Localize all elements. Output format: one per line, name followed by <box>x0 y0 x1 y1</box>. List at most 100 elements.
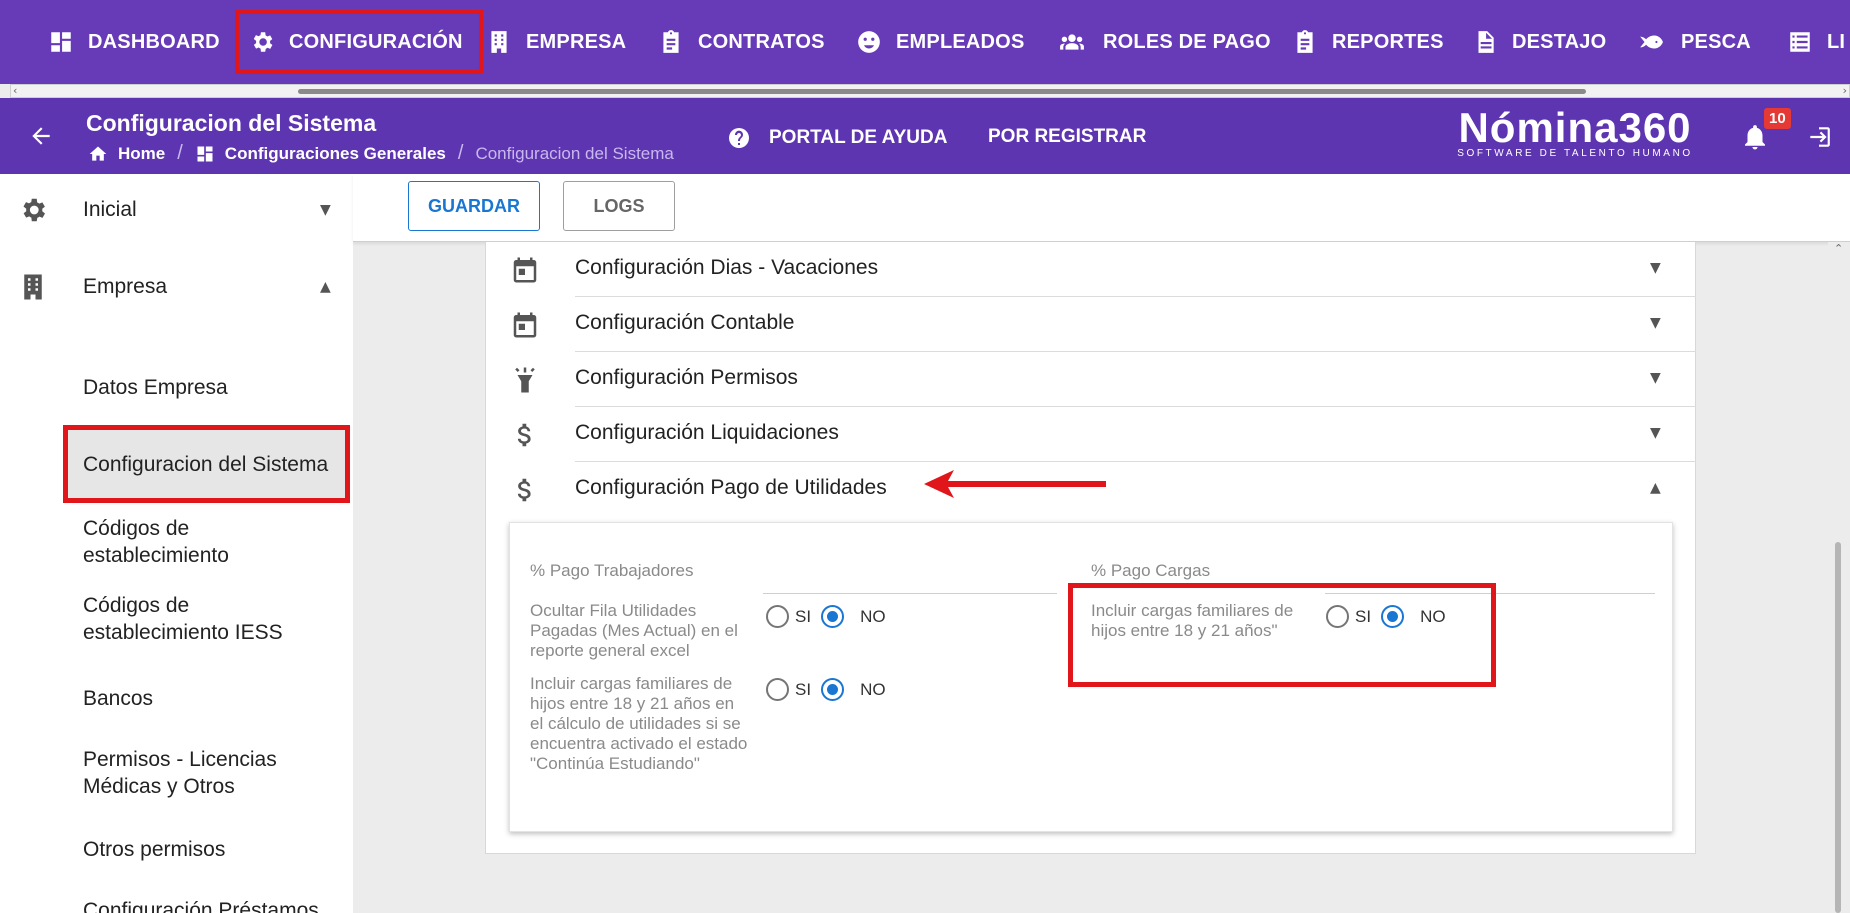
nav-empleados[interactable]: EMPLEADOS <box>856 12 1024 72</box>
scroll-left-icon[interactable]: ‹ <box>13 84 17 97</box>
annotation-highlight-box <box>1068 583 1496 687</box>
building-icon <box>24 274 42 300</box>
nav-li-label: LI <box>1827 30 1846 53</box>
radio-group-include-dependents: SI NO <box>766 678 886 701</box>
breadcrumb-parent[interactable]: Configuraciones Generales <box>225 144 446 164</box>
breadcrumb: Home / Configuraciones Generales / Confi… <box>88 142 674 165</box>
sidebar-item-codigos-establecimiento[interactable]: Códigos de establecimiento <box>83 515 303 569</box>
top-navigation: DASHBOARD CONFIGURACIÓN EMPRESA CONTRATO… <box>0 0 1850 84</box>
option-label-include-dependents: Incluir cargas familiares de hijos entre… <box>530 674 748 773</box>
dollar-icon <box>517 478 531 502</box>
save-button[interactable]: GUARDAR <box>408 181 540 231</box>
sidebar: Inicial ▼ Empresa ▲ Datos Empresa Config… <box>0 174 353 913</box>
nav-reportes-label: REPORTES <box>1332 30 1444 53</box>
sidebar-item-configuracion-del-sistema[interactable]: Configuracion del Sistema <box>83 451 328 478</box>
clipboard-icon <box>1297 30 1313 53</box>
horizontal-scrollbar[interactable]: ‹ › <box>10 84 1850 98</box>
nav-configuracion-label: CONFIGURACIÓN <box>289 30 463 53</box>
help-portal-label: PORTAL DE AYUDA <box>769 127 948 148</box>
logout-icon[interactable] <box>1806 124 1832 150</box>
dashboard-icon <box>197 146 213 161</box>
nav-pesca[interactable]: PESCA <box>1635 12 1751 72</box>
lamp-icon <box>515 367 535 393</box>
chevron-down-icon: ▼ <box>1650 260 1661 276</box>
sidebar-item-codigos-iess[interactable]: Códigos de establecimiento IESS <box>83 592 313 646</box>
logo-tagline: SOFTWARE DE TALENTO HUMANO <box>1457 148 1693 159</box>
nav-dashboard[interactable]: DASHBOARD <box>48 12 220 72</box>
radio-si-label: SI <box>795 606 812 626</box>
page-header: Configuracion del Sistema Home / Configu… <box>0 98 1850 174</box>
building-icon <box>491 31 507 53</box>
list-icon <box>1790 32 1810 52</box>
logs-button[interactable]: LOGS <box>563 181 675 231</box>
section-title-workers: % Pago Trabajadores <box>530 561 694 580</box>
nav-empresa[interactable]: EMPRESA <box>486 12 626 72</box>
scrollbar-thumb[interactable] <box>298 89 1586 94</box>
radio-si-label: SI <box>795 679 812 699</box>
accordion-liquidaciones[interactable]: Configuración Liquidaciones ▼ <box>486 407 1696 462</box>
gear-icon <box>253 32 273 52</box>
chevron-down-icon: ▼ <box>320 202 331 218</box>
logo-name: Nómina360 <box>1458 104 1692 151</box>
radio-si[interactable] <box>766 605 789 628</box>
chevron-up-icon: ▲ <box>1650 480 1661 496</box>
sidebar-group-empresa[interactable]: Empresa ▲ <box>0 263 353 311</box>
nav-dashboard-label: DASHBOARD <box>88 30 220 53</box>
scroll-right-icon[interactable]: › <box>1843 84 1847 97</box>
scroll-up-icon[interactable]: ⌃ <box>1834 242 1843 255</box>
nav-reportes[interactable]: REPORTES <box>1292 12 1444 72</box>
home-icon <box>89 146 107 161</box>
accordion-contable[interactable]: Configuración Contable ▼ <box>486 297 1696 352</box>
dollar-icon <box>517 423 531 447</box>
divider <box>763 593 1057 594</box>
breadcrumb-current: Configuracion del Sistema <box>475 143 674 163</box>
radio-no[interactable] <box>821 678 845 701</box>
accordion-vacaciones[interactable]: Configuración Dias - Vacaciones ▼ <box>486 242 1696 297</box>
accordion-title: Configuración Dias - Vacaciones <box>575 256 879 279</box>
nav-destajo[interactable]: DESTAJO <box>1472 12 1606 72</box>
document-icon <box>1478 31 1494 53</box>
nav-li[interactable]: LI <box>1787 12 1845 72</box>
sidebar-group-label: Empresa <box>83 275 168 298</box>
nav-pesca-label: PESCA <box>1681 30 1751 53</box>
vertical-scrollbar[interactable]: ⌃ <box>1828 242 1850 913</box>
calendar-icon <box>513 312 537 338</box>
face-icon <box>858 31 880 53</box>
chevron-down-icon: ▼ <box>1650 315 1661 331</box>
radio-si[interactable] <box>766 678 789 701</box>
nav-destajo-label: DESTAJO <box>1512 30 1607 53</box>
accordion-title: Configuración Permisos <box>575 366 798 389</box>
accordion-title: Configuración Contable <box>575 311 795 334</box>
sidebar-item-configuracion-prestamos[interactable]: Configuración Préstamos <box>83 897 319 913</box>
sidebar-item-otros-permisos[interactable]: Otros permisos <box>83 836 225 863</box>
nav-configuracion[interactable]: CONFIGURACIÓN <box>235 10 483 74</box>
sidebar-item-datos-empresa[interactable]: Datos Empresa <box>83 374 228 401</box>
nav-empleados-label: EMPLEADOS <box>896 30 1025 53</box>
nav-empresa-label: EMPRESA <box>526 30 627 53</box>
nav-roles-de-pago[interactable]: ROLES DE PAGO <box>1055 12 1271 72</box>
sidebar-item-bancos[interactable]: Bancos <box>83 685 153 712</box>
annotation-arrow <box>924 470 1106 498</box>
option-label-hide-row: Ocultar Fila Utilidades Pagadas (Mes Act… <box>530 601 738 660</box>
accordion-title: Configuración Liquidaciones <box>575 421 839 444</box>
help-icon <box>729 128 749 148</box>
chevron-up-icon: ▲ <box>320 279 331 295</box>
brand-logo: Nómina360 SOFTWARE DE TALENTO HUMANO <box>1450 104 1700 159</box>
section-title-dependents: % Pago Cargas <box>1091 561 1211 580</box>
sidebar-item-permisos-licencias[interactable]: Permisos - Licencias Médicas y Otros <box>83 746 313 800</box>
scrollbar-thumb[interactable] <box>1835 542 1841 913</box>
breadcrumb-separator: / <box>177 142 183 164</box>
nav-roles-de-pago-label: ROLES DE PAGO <box>1103 30 1271 53</box>
register-link[interactable]: POR REGISTRAR <box>988 126 1146 148</box>
accordion-permisos[interactable]: Configuración Permisos ▼ <box>486 352 1696 407</box>
nav-contratos[interactable]: CONTRATOS <box>658 12 825 72</box>
nav-contratos-label: CONTRATOS <box>698 30 825 53</box>
help-portal-link[interactable]: PORTAL DE AYUDA <box>727 126 947 150</box>
breadcrumb-separator: / <box>457 142 464 164</box>
dashboard-icon <box>51 32 71 52</box>
back-arrow-icon[interactable] <box>28 123 54 149</box>
sidebar-group-inicial[interactable]: Inicial ▼ <box>0 186 353 234</box>
radio-no[interactable] <box>821 605 845 628</box>
breadcrumb-home[interactable]: Home <box>118 144 165 164</box>
calendar-icon <box>513 257 537 283</box>
